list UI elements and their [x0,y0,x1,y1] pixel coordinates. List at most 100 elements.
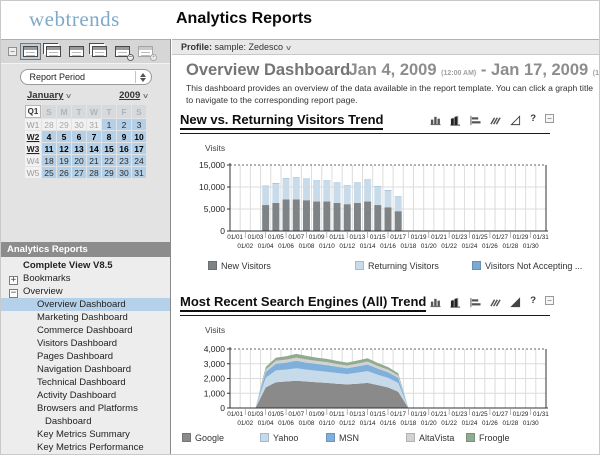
calendar-day[interactable]: 30 [117,167,131,178]
calendar-day[interactable]: 23 [117,155,131,166]
svg-text:01/16: 01/16 [380,420,396,427]
sidebar-item-label: Marketing Dashboard [37,312,128,323]
horizontal-bar-icon[interactable] [470,113,481,126]
calendar-day[interactable]: 20 [72,155,86,166]
line-chart-icon[interactable] [510,295,521,308]
calendar-day[interactable]: 15 [102,143,116,154]
area-chart-icon[interactable] [490,113,501,125]
report-period-select[interactable]: Report Period [19,69,152,85]
svg-text:01/08: 01/08 [299,243,315,250]
collapse-icon[interactable]: − [545,114,554,123]
calendar-day[interactable]: 28 [87,167,101,178]
calendar-day[interactable]: 22 [102,155,116,166]
bar-chart-icon[interactable] [430,295,441,308]
week-label[interactable]: W1 [25,119,41,130]
week-label[interactable]: W2 [25,131,41,142]
calendar-wide-icon[interactable] [67,44,86,59]
week-label[interactable]: W5 [25,167,41,178]
calendar-day[interactable]: 5 [57,131,71,142]
sidebar-item-visitors-dashboard[interactable]: Visitors Dashboard [1,337,170,350]
calendar-day[interactable]: 19 [57,155,71,166]
svg-text:01/20: 01/20 [421,243,437,250]
calendar-day[interactable]: 9 [117,131,131,142]
calendar-day[interactable]: 30 [72,119,86,130]
calendar-day[interactable]: 18 [42,155,56,166]
sidebar-item-commerce-dashboard[interactable]: Commerce Dashboard [1,324,170,337]
calendar-day[interactable]: 16 [117,143,131,154]
visitors-trend-plot: 0 5,000 10,000 15,000 01/01 01/02 01/03 01/04 01… [199,160,549,250]
calendar-double2-icon[interactable] [90,44,109,59]
chart2-title-link[interactable]: Most Recent Search Engines (All) Trend [180,294,427,312]
calendar-day[interactable]: 13 [72,143,86,154]
area-chart-icon[interactable] [490,295,501,307]
sidebar-item-marketing-dashboard[interactable]: Marketing Dashboard [1,311,170,324]
week-label[interactable]: W4 [25,155,41,166]
sidebar-item-bookmarks[interactable]: + Bookmarks [1,272,170,285]
calendar-day[interactable]: 29 [102,167,116,178]
calendar-single-icon[interactable] [20,43,41,60]
bar-chart-3d-icon[interactable] [450,295,461,308]
chart1-title-link[interactable]: New vs. Returning Visitors Trend [180,112,384,130]
calendar-tool-icons: − + [20,43,157,61]
calendar-day[interactable]: 31 [132,167,146,178]
svg-text:01/21: 01/21 [431,411,447,418]
profile-bar[interactable]: Profile: sample: Zedesco ∨ [172,39,599,55]
svg-text:01/23: 01/23 [451,411,467,418]
calendar-day[interactable]: 8 [102,131,116,142]
svg-text:01/08: 01/08 [299,420,315,427]
calendar-day[interactable]: 10 [132,131,146,142]
sidebar-item-label: Navigation Dashboard [37,364,132,375]
month-dropdown[interactable]: January ∨ [27,90,72,101]
help-icon[interactable]: ? [530,295,536,306]
sidebar-item-browsers-and-platforms-dashboard[interactable]: Browsers and Platforms Dashboard [1,402,170,428]
sidebar-item-activity-dashboard[interactable]: Activity Dashboard [1,389,170,402]
sidebar-item-label: Complete View V8.5 [23,260,113,271]
calendar-day[interactable]: 24 [132,155,146,166]
calendar-day[interactable]: 14 [87,143,101,154]
calendar-day[interactable]: 28 [42,119,56,130]
calendar-day[interactable]: 26 [57,167,71,178]
expand-icon[interactable]: + [9,276,18,285]
bar-chart-icon[interactable] [430,113,441,126]
sidebar-item-navigation-dashboard[interactable]: Navigation Dashboard [1,363,170,376]
calendar-day[interactable]: 29 [57,119,71,130]
calendar-day[interactable]: 2 [117,119,131,130]
line-chart-icon[interactable] [510,113,521,126]
sidebar-item-overview-dashboard[interactable]: Overview Dashboard [1,298,170,311]
svg-text:01/30: 01/30 [523,420,539,427]
week-label[interactable]: W3 [25,143,41,154]
day-of-week-label: S [132,105,146,118]
quarter-label[interactable]: Q1 [25,105,41,118]
calendar-add-icon[interactable]: + [136,44,157,61]
calendar-day[interactable]: 27 [72,167,86,178]
sidebar-item-key-metrics-summary[interactable]: Key Metrics Summary [1,428,170,441]
calendar-day[interactable]: 21 [87,155,101,166]
sidebar-item-key-metrics-performance-dashboard[interactable]: Key Metrics Performance Dashboard [1,441,170,454]
collapse-icon[interactable]: − [545,296,554,305]
sidebar-item-label: Overview [23,286,63,297]
bar-chart-3d-icon[interactable] [450,113,461,126]
collapse-icon[interactable]: − [9,289,18,298]
calendar-day[interactable]: 17 [132,143,146,154]
calendar-remove-icon[interactable]: − [113,44,134,61]
year-dropdown[interactable]: 2009 ∨ [119,90,149,101]
calendar-double-icon[interactable] [44,44,63,59]
sidebar-item-overview[interactable]: − Overview [1,285,170,298]
calendar-day[interactable]: 11 [42,143,56,154]
calendar-day[interactable]: 31 [87,119,101,130]
stepper-icon[interactable] [134,71,149,83]
calendar-day[interactable]: 7 [87,131,101,142]
sidebar-item-pages-dashboard[interactable]: Pages Dashboard [1,350,170,363]
sidebar-item-complete-view-v8-5[interactable]: Complete View V8.5 [1,259,170,272]
calendar-day[interactable]: 4 [42,131,56,142]
help-icon[interactable]: ? [530,113,536,124]
calendar-day[interactable]: 6 [72,131,86,142]
calendar-day[interactable]: 1 [102,119,116,130]
sidebar-item-technical-dashboard[interactable]: Technical Dashboard [1,376,170,389]
collapse-panel-icon[interactable]: − [8,47,17,56]
calendar-day[interactable]: 3 [132,119,146,130]
calendar-day[interactable]: 25 [42,167,56,178]
calendar-day[interactable]: 12 [57,143,71,154]
horizontal-bar-icon[interactable] [470,295,481,308]
legend-label: Froogle [479,433,510,443]
